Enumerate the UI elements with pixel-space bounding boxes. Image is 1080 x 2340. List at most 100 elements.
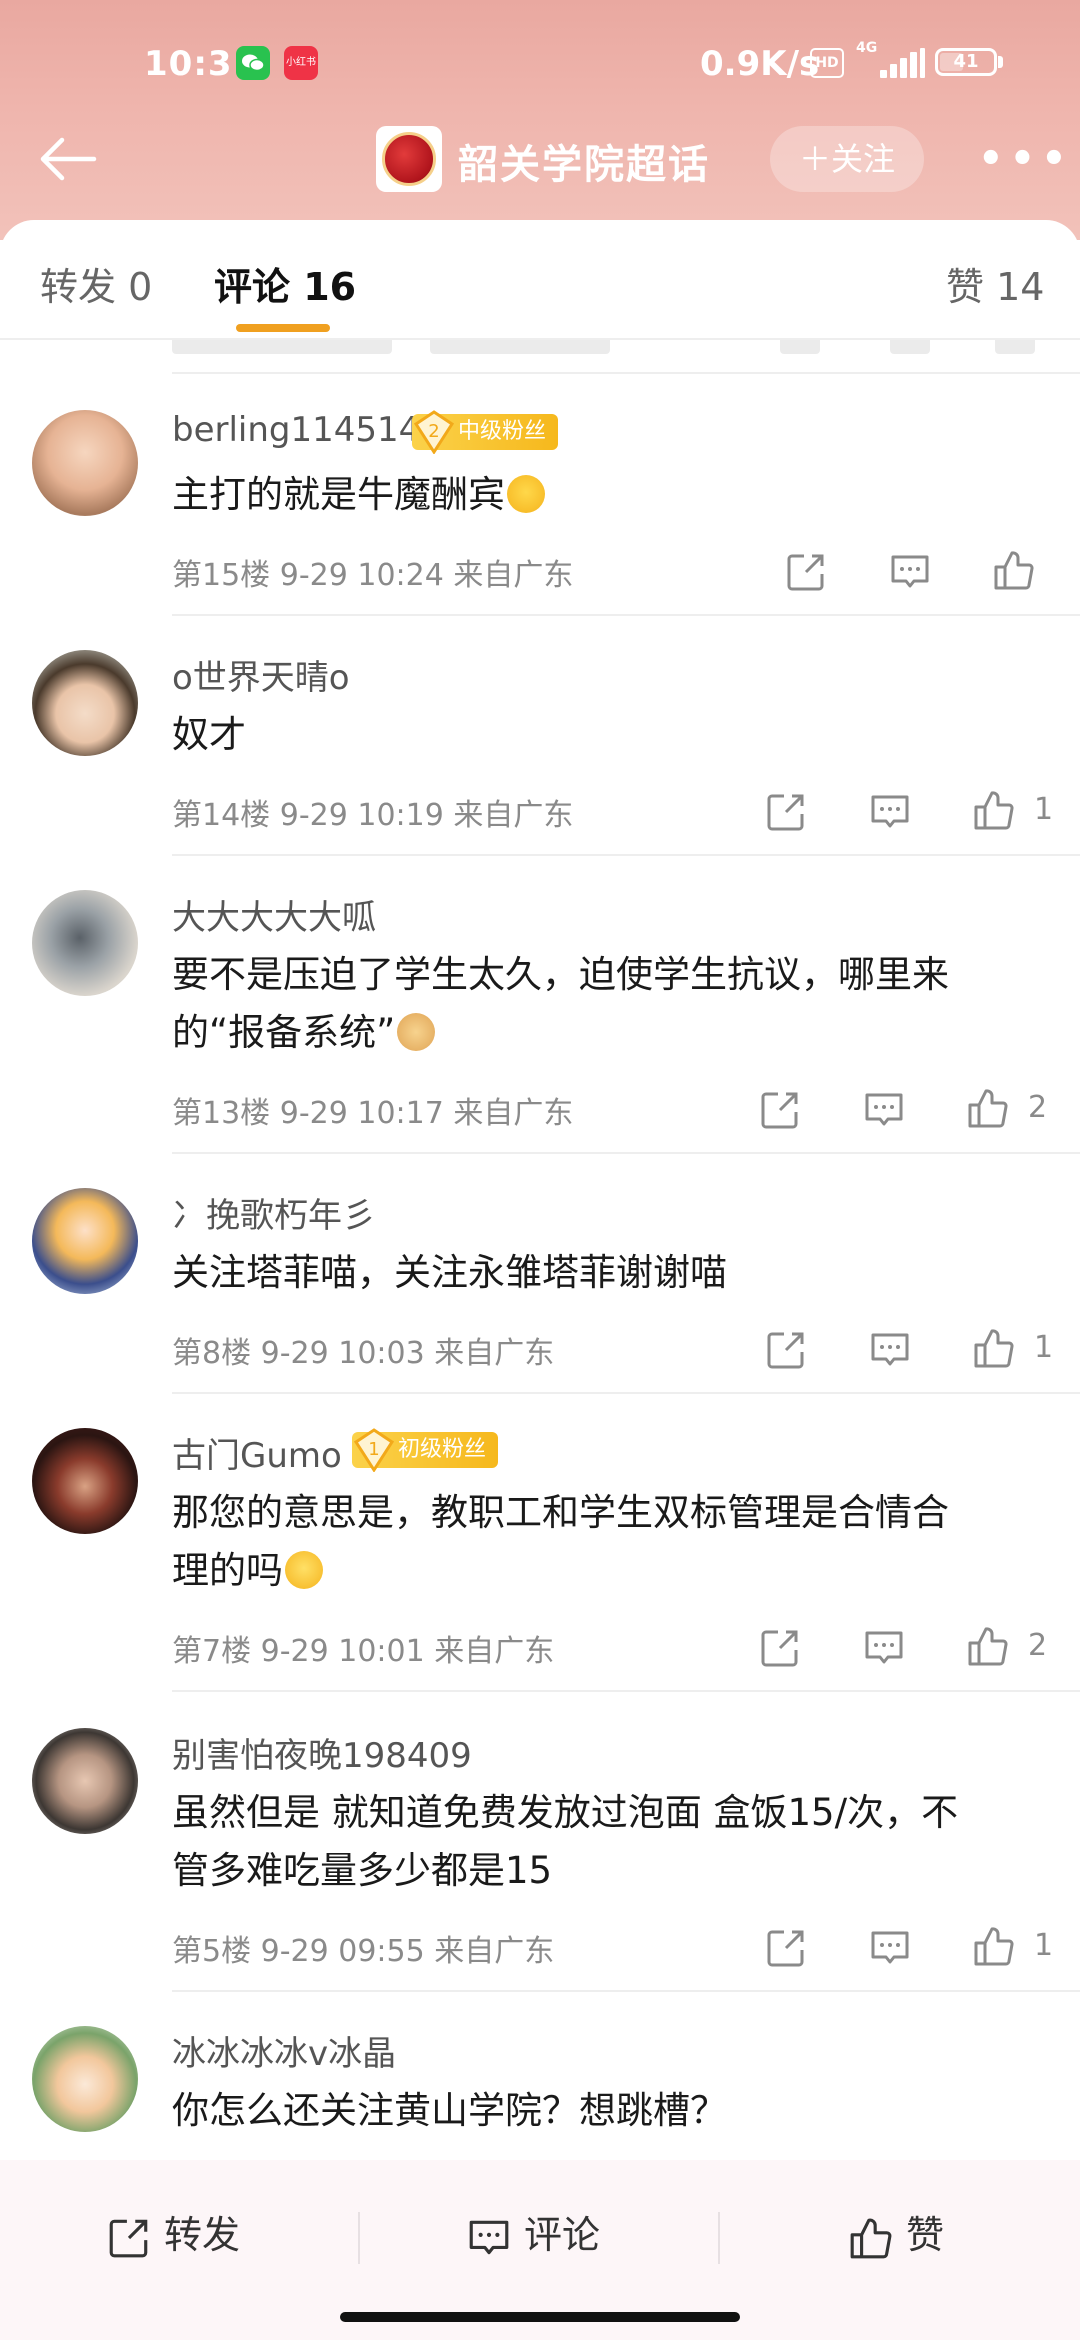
avatar[interactable] xyxy=(32,1188,138,1294)
avatar[interactable] xyxy=(32,1728,138,1834)
fan-badge[interactable]: 1 初级粉丝 xyxy=(352,1428,499,1472)
reply-icon[interactable] xyxy=(862,1626,906,1670)
battery-tip xyxy=(998,56,1003,68)
bottom-repost-button[interactable]: 转发 xyxy=(106,2200,240,2270)
avatar[interactable] xyxy=(32,1428,138,1534)
like-count: 1 xyxy=(1034,1330,1054,1365)
like-icon[interactable] xyxy=(992,548,1036,592)
username[interactable]: o世界天晴o xyxy=(172,650,350,699)
fan-badge-label: 中级粉丝 xyxy=(458,419,547,444)
avatar[interactable] xyxy=(32,410,138,516)
share-icon[interactable] xyxy=(764,1328,808,1372)
comment-meta: 第15楼 9-29 10:24 来自广东 xyxy=(172,558,574,593)
reply-icon[interactable] xyxy=(868,1926,912,1970)
comment-meta: 第8楼 9-29 10:03 来自广东 xyxy=(172,1336,555,1371)
xiaohongshu-icon: 小红书 xyxy=(284,46,318,80)
share-icon[interactable] xyxy=(784,550,828,594)
comment-text: 你怎么还关注黄山学院？想跳槽？ xyxy=(172,2089,727,2132)
username[interactable]: 冫挽歌朽年彡 xyxy=(172,1188,376,1237)
like-icon xyxy=(850,2218,892,2258)
share-icon[interactable] xyxy=(758,1088,802,1132)
like-count: 2 xyxy=(1028,1090,1048,1125)
like-icon[interactable] xyxy=(972,1326,1016,1370)
scrolled-partial-row xyxy=(0,340,1080,374)
row-divider xyxy=(172,1690,1080,1692)
username[interactable]: berling114514 xyxy=(172,410,420,450)
blush-emoji xyxy=(285,1551,323,1589)
svg-text:2: 2 xyxy=(428,421,439,442)
reply-icon[interactable] xyxy=(868,1328,912,1372)
comment-text: 主打的就是牛魔酬宾 xyxy=(172,466,1052,524)
signal-icon xyxy=(880,48,926,78)
network-speed: 0.9K/s xyxy=(700,44,820,84)
home-indicator[interactable] xyxy=(340,2312,740,2322)
reply-icon xyxy=(469,2220,509,2254)
username[interactable]: 古门Gumo xyxy=(172,1428,342,1477)
crying-laughing-emoji xyxy=(507,475,545,513)
comment-text: 虽然但是 就知道免费发放过泡面 盒饭15/次，不 管多难吃量多少都是15 xyxy=(172,1791,959,1892)
follow-button[interactable]: ＋关注 xyxy=(770,126,924,192)
comment-text: 那您的意思是，教职工和学生双标管理是合情合 理的吗 xyxy=(172,1491,949,1592)
like-count: 1 xyxy=(1034,792,1054,827)
page-title[interactable]: 韶关学院超话 xyxy=(458,132,710,190)
username[interactable]: 大大大大大呱 xyxy=(172,890,376,939)
comment-meta: 第13楼 9-29 10:17 来自广东 xyxy=(172,1096,574,1131)
row-divider xyxy=(172,614,1080,616)
username[interactable]: 冰冰冰冰v冰晶 xyxy=(172,2026,396,2075)
fan-badge[interactable]: 2 中级粉丝 xyxy=(412,410,559,454)
bottom-like-label: 赞 xyxy=(906,2213,945,2257)
supertopic-logo[interactable] xyxy=(376,126,442,192)
row-divider xyxy=(172,854,1080,856)
comment-text: 要不是压迫了学生太久，迫使学生抗议，哪里来 的“报备系统” xyxy=(172,953,949,1054)
comment-meta: 第14楼 9-29 10:19 来自广东 xyxy=(172,798,574,833)
back-arrow-icon[interactable] xyxy=(38,134,98,184)
comment-meta: 第7楼 9-29 10:01 来自广东 xyxy=(172,1634,555,1669)
tab-like[interactable]: 赞 14 xyxy=(946,256,1044,311)
tab-repost[interactable]: 转发 0 xyxy=(40,256,152,311)
bottom-like-button[interactable]: 赞 xyxy=(848,2200,944,2270)
reply-icon[interactable] xyxy=(888,550,932,594)
nav-bar: 韶关学院超话 ＋关注 ••• xyxy=(0,110,1080,210)
bottom-divider xyxy=(358,2212,360,2264)
row-divider xyxy=(172,1392,1080,1394)
fan-level-icon: 2 xyxy=(414,410,454,454)
share-icon[interactable] xyxy=(764,790,808,834)
like-count: 2 xyxy=(1028,1628,1048,1663)
comment-text: 关注塔菲喵，关注永雏塔菲谢谢喵 xyxy=(172,1251,727,1294)
share-icon[interactable] xyxy=(764,1926,808,1970)
bottom-comment-button[interactable]: 评论 xyxy=(466,2200,600,2270)
like-icon[interactable] xyxy=(966,1624,1010,1668)
svg-text:1: 1 xyxy=(368,1439,379,1460)
like-icon[interactable] xyxy=(972,1924,1016,1968)
fan-level-icon: 1 xyxy=(354,1428,394,1472)
battery-icon: 41 xyxy=(935,48,997,76)
fan-badge-label: 初级粉丝 xyxy=(398,1437,487,1462)
battery-level: 41 xyxy=(953,51,979,72)
doge-emoji xyxy=(397,1013,436,1051)
row-divider xyxy=(172,1152,1080,1154)
row-divider xyxy=(172,372,1080,374)
avatar[interactable] xyxy=(32,2026,138,2132)
tab-comment[interactable]: 评论 16 xyxy=(214,256,356,311)
network-type: 4G xyxy=(856,40,878,56)
bottom-comment-label: 评论 xyxy=(524,2213,601,2257)
row-divider xyxy=(172,1990,1080,1992)
avatar[interactable] xyxy=(32,890,138,996)
bottom-divider xyxy=(718,2212,720,2264)
more-options-icon[interactable]: ••• xyxy=(978,134,1067,184)
wechat-icon xyxy=(236,46,270,80)
share-icon xyxy=(109,2219,148,2257)
bottom-repost-label: 转发 xyxy=(164,2213,241,2257)
tab-bar: 转发 0 评论 16 赞 14 xyxy=(0,220,1080,340)
active-tab-indicator xyxy=(236,324,330,332)
reply-icon[interactable] xyxy=(868,790,912,834)
like-icon[interactable] xyxy=(966,1086,1010,1130)
avatar[interactable] xyxy=(32,650,138,756)
comment-text: 奴才 xyxy=(172,713,246,756)
share-icon[interactable] xyxy=(758,1626,802,1670)
hd-indicator: HD xyxy=(810,48,844,78)
reply-icon[interactable] xyxy=(862,1088,906,1132)
like-count: 1 xyxy=(1034,1928,1054,1963)
like-icon[interactable] xyxy=(972,788,1016,832)
username[interactable]: 别害怕夜晚198409 xyxy=(172,1728,472,1777)
